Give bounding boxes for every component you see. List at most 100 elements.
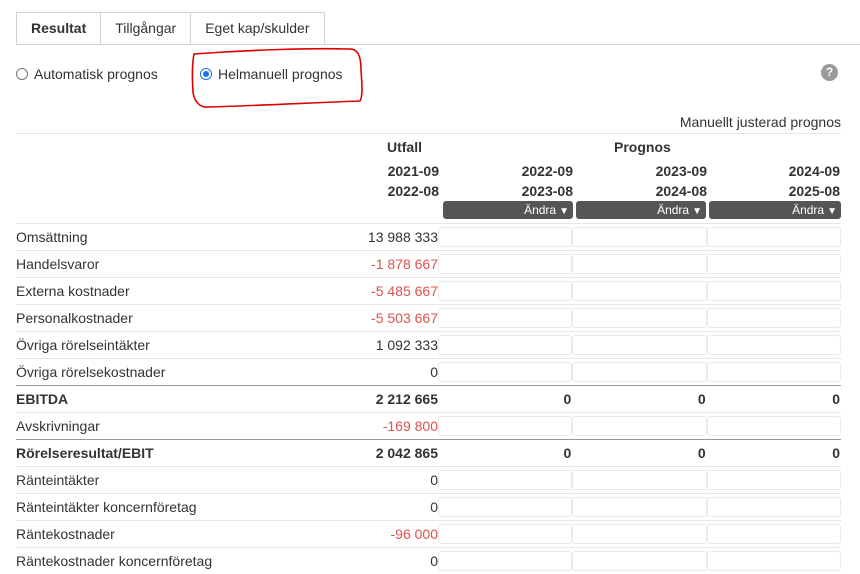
table-row: Avskrivningar -169 800 bbox=[16, 413, 841, 440]
forecast-input[interactable] bbox=[572, 524, 706, 544]
forecast-input[interactable] bbox=[438, 281, 572, 301]
row-label: Räntekostnader bbox=[16, 521, 246, 548]
row-value: -169 800 bbox=[246, 413, 438, 440]
radio-unchecked-icon[interactable] bbox=[16, 68, 28, 80]
row-value: -5 503 667 bbox=[246, 305, 438, 332]
row-label: Avskrivningar bbox=[16, 413, 246, 440]
header-divider bbox=[16, 133, 841, 134]
forecast-input[interactable] bbox=[572, 308, 706, 328]
forecast-input[interactable] bbox=[438, 497, 572, 517]
forecast-input[interactable] bbox=[707, 362, 841, 382]
table-row: Omsättning 13 988 333 bbox=[16, 224, 841, 251]
forecast-input[interactable] bbox=[572, 254, 706, 274]
forecast-input[interactable] bbox=[438, 362, 572, 382]
table-row: Övriga rörelsekostnader 0 bbox=[16, 359, 841, 386]
row-value: 0 bbox=[246, 548, 438, 574]
forecast-input[interactable] bbox=[707, 416, 841, 436]
period-from: 2021-09 bbox=[319, 161, 439, 181]
forecast-input[interactable] bbox=[707, 227, 841, 247]
period-from: 2023-09 bbox=[587, 161, 707, 181]
forecast-column-header: Prognos bbox=[614, 139, 671, 155]
period-from: 2024-09 bbox=[720, 161, 840, 181]
forecast-value: 0 bbox=[438, 386, 572, 413]
table-row: Ränteintäkter 0 bbox=[16, 467, 841, 494]
help-icon[interactable]: ? bbox=[821, 64, 838, 81]
forecast-input[interactable] bbox=[438, 254, 572, 274]
row-label: Handelsvaror bbox=[16, 251, 246, 278]
period-forecast-2: 2023-09 2024-08 bbox=[587, 161, 707, 201]
forecast-input[interactable] bbox=[707, 335, 841, 355]
row-label: Personalkostnader bbox=[16, 305, 246, 332]
forecast-input[interactable] bbox=[438, 335, 572, 355]
row-label: Externa kostnader bbox=[16, 278, 246, 305]
tab-tillgangar[interactable]: Tillgångar bbox=[100, 12, 191, 45]
row-value: 2 212 665 bbox=[246, 386, 438, 413]
period-to: 2025-08 bbox=[720, 181, 840, 201]
forecast-input[interactable] bbox=[707, 254, 841, 274]
forecast-value: 0 bbox=[707, 440, 841, 467]
row-label: Övriga rörelsekostnader bbox=[16, 359, 246, 386]
period-to: 2023-08 bbox=[453, 181, 573, 201]
chevron-down-icon: ▼ bbox=[692, 203, 702, 221]
tab-divider bbox=[16, 44, 860, 45]
change-button-3[interactable]: Ändra▼ bbox=[709, 201, 841, 219]
forecast-input[interactable] bbox=[438, 227, 572, 247]
table-row: Handelsvaror -1 878 667 bbox=[16, 251, 841, 278]
period-from: 2022-09 bbox=[453, 161, 573, 181]
forecast-input[interactable] bbox=[707, 551, 841, 571]
forecast-input[interactable] bbox=[438, 308, 572, 328]
tab-bar: Resultat Tillgångar Eget kap/skulder bbox=[16, 12, 324, 45]
forecast-input[interactable] bbox=[572, 551, 706, 571]
forecast-value: 0 bbox=[707, 386, 841, 413]
manual-forecast-label: Manuellt justerad prognos bbox=[680, 114, 841, 130]
forecast-input[interactable] bbox=[707, 524, 841, 544]
row-value: -5 485 667 bbox=[246, 278, 438, 305]
tab-eget-kap-skulder[interactable]: Eget kap/skulder bbox=[190, 12, 324, 45]
table-row: Ränteintäkter koncernföretag 0 bbox=[16, 494, 841, 521]
period-actual: 2021-09 2022-08 bbox=[319, 161, 439, 201]
row-value: -96 000 bbox=[246, 521, 438, 548]
forecast-input[interactable] bbox=[707, 308, 841, 328]
chevron-down-icon: ▼ bbox=[827, 203, 837, 221]
period-to: 2022-08 bbox=[319, 181, 439, 201]
period-forecast-3: 2024-09 2025-08 bbox=[720, 161, 840, 201]
change-button-2[interactable]: Ändra▼ bbox=[576, 201, 706, 219]
forecast-input[interactable] bbox=[707, 281, 841, 301]
forecast-input[interactable] bbox=[572, 497, 706, 517]
row-value: -1 878 667 bbox=[246, 251, 438, 278]
change-button-1[interactable]: Ändra▼ bbox=[443, 201, 573, 219]
forecast-input[interactable] bbox=[572, 281, 706, 301]
row-label: Ränteintäkter bbox=[16, 467, 246, 494]
forecast-input[interactable] bbox=[438, 416, 572, 436]
forecast-input[interactable] bbox=[707, 497, 841, 517]
row-label: Räntekostnader koncernföretag bbox=[16, 548, 246, 574]
row-value: 0 bbox=[246, 494, 438, 521]
change-label: Ändra bbox=[792, 203, 824, 217]
forecast-input[interactable] bbox=[438, 524, 572, 544]
forecast-input[interactable] bbox=[572, 416, 706, 436]
change-label: Ändra bbox=[524, 203, 556, 217]
row-value: 1 092 333 bbox=[246, 332, 438, 359]
table-row-total: EBITDA 2 212 665 0 0 0 bbox=[16, 386, 841, 413]
change-label: Ändra bbox=[657, 203, 689, 217]
forecast-input[interactable] bbox=[572, 335, 706, 355]
forecast-input[interactable] bbox=[707, 470, 841, 490]
forecast-input[interactable] bbox=[572, 362, 706, 382]
radio-manual-forecast[interactable]: Helmanuell prognos bbox=[200, 66, 343, 82]
forecast-input[interactable] bbox=[438, 470, 572, 490]
chevron-down-icon: ▼ bbox=[559, 203, 569, 221]
row-label: Övriga rörelseintäkter bbox=[16, 332, 246, 359]
row-value: 13 988 333 bbox=[246, 224, 438, 251]
forecast-input[interactable] bbox=[572, 227, 706, 247]
tab-resultat[interactable]: Resultat bbox=[16, 12, 101, 45]
period-to: 2024-08 bbox=[587, 181, 707, 201]
row-value: 0 bbox=[246, 467, 438, 494]
radio-automatic-forecast[interactable]: Automatisk prognos bbox=[16, 66, 158, 82]
table-row: Övriga rörelseintäkter 1 092 333 bbox=[16, 332, 841, 359]
row-label: Rörelseresultat/EBIT bbox=[16, 440, 246, 467]
forecast-input[interactable] bbox=[572, 470, 706, 490]
radio-automatic-label: Automatisk prognos bbox=[34, 66, 158, 82]
radio-checked-icon[interactable] bbox=[200, 68, 212, 80]
forecast-input[interactable] bbox=[438, 551, 572, 571]
actual-column-header: Utfall bbox=[387, 139, 422, 155]
